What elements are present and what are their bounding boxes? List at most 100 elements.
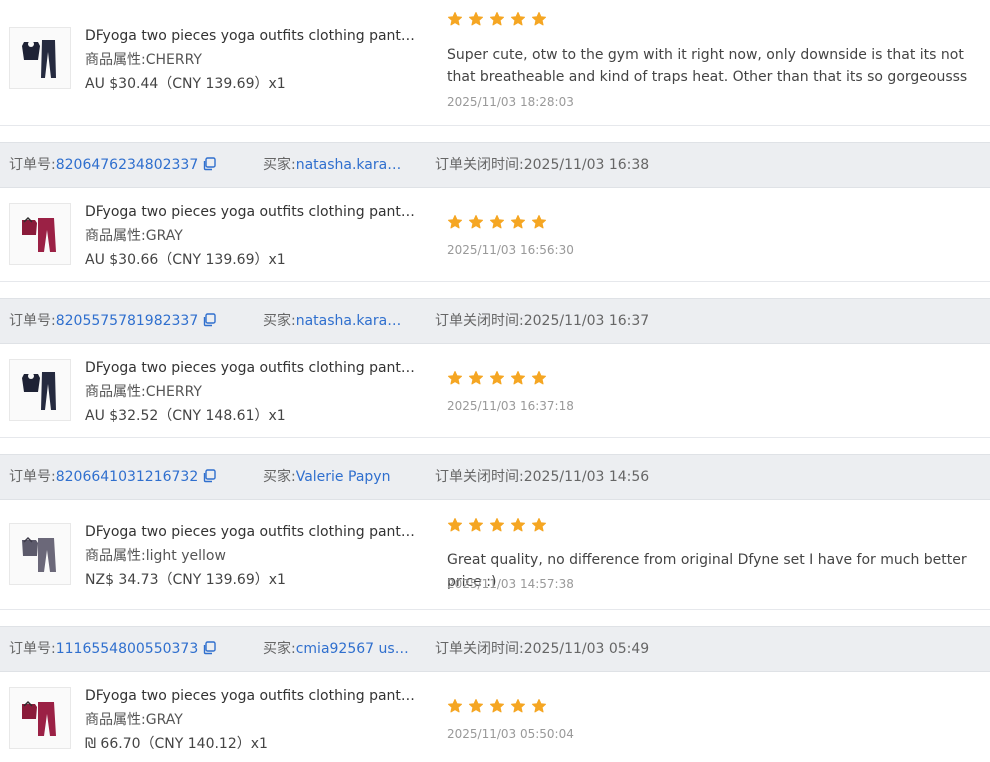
star-icon <box>447 698 463 713</box>
buyer-name-link[interactable]: Valerie Papyn <box>296 455 391 499</box>
product-title[interactable]: DFyoga two pieces yoga outfits clothing … <box>85 202 420 222</box>
product-attribute: 商品属性:CHERRY <box>85 50 420 70</box>
review-time: 2025/11/03 05:50:04 <box>447 727 574 741</box>
order-header-row: 订单号:8205575781982337 买家:natasha.karam0..… <box>0 298 990 344</box>
product-review-row: DFyoga two pieces yoga outfits clothing … <box>0 0 990 126</box>
copy-icon[interactable] <box>202 313 216 327</box>
buyer-name-link[interactable]: natasha.karam0... <box>296 299 414 343</box>
star-icon <box>510 517 526 532</box>
star-icon <box>468 698 484 713</box>
copy-icon[interactable] <box>202 157 216 171</box>
product-title[interactable]: DFyoga two pieces yoga outfits clothing … <box>85 522 420 542</box>
star-icon <box>531 11 547 26</box>
product-thumbnail[interactable] <box>9 687 71 749</box>
product-price: AU $32.52（CNY 148.61）x1 <box>85 408 286 424</box>
product-thumbnail[interactable] <box>9 359 71 421</box>
product-price: AU $30.44（CNY 139.69）x1 <box>85 76 286 92</box>
product-review-row: DFyoga two pieces yoga outfits clothing … <box>0 500 990 610</box>
product-attribute: 商品属性:GRAY <box>85 226 420 246</box>
star-rating <box>447 516 987 534</box>
buyer-name-link[interactable]: natasha.karam0... <box>296 143 414 187</box>
star-icon <box>447 370 463 385</box>
order-number-label: 订单号: <box>9 469 56 485</box>
review-text: Super cute, otw to the gym with it right… <box>447 47 968 85</box>
star-icon <box>489 11 505 26</box>
close-time-label: 订单关闭时间: <box>435 641 524 657</box>
review-list: DFyoga two pieces yoga outfits clothing … <box>0 0 990 762</box>
buyer-label: 买家: <box>263 641 296 657</box>
star-icon <box>489 370 505 385</box>
yoga-set-maroon-image <box>22 700 56 736</box>
star-icon <box>468 214 484 229</box>
attribute-label: 商品属性: <box>85 384 146 400</box>
attribute-label: 商品属性: <box>85 712 146 728</box>
product-review-row: DFyoga two pieces yoga outfits clothing … <box>0 672 990 762</box>
order-number-label: 订单号: <box>9 641 56 657</box>
product-price: AU $30.66（CNY 139.69）x1 <box>85 252 286 268</box>
buyer-label: 买家: <box>263 157 296 173</box>
yoga-set-slate-image <box>22 536 56 572</box>
review-time: 2025/11/03 18:28:03 <box>447 95 574 109</box>
attribute-label: 商品属性: <box>85 548 146 564</box>
order-number-link[interactable]: 8206641031216732 <box>56 469 199 485</box>
star-rating <box>447 369 987 387</box>
product-thumbnail[interactable] <box>9 203 71 265</box>
buyer-label: 买家: <box>263 469 296 485</box>
copy-icon[interactable] <box>202 641 216 655</box>
product-attribute: 商品属性:CHERRY <box>85 382 420 402</box>
attribute-label: 商品属性: <box>85 52 146 68</box>
product-title[interactable]: DFyoga two pieces yoga outfits clothing … <box>85 358 420 378</box>
review-time: 2025/11/03 16:56:30 <box>447 243 574 257</box>
star-icon <box>447 11 463 26</box>
product-thumbnail[interactable] <box>9 523 71 585</box>
star-icon <box>510 698 526 713</box>
buyer-label: 买家: <box>263 313 296 329</box>
product-title[interactable]: DFyoga two pieces yoga outfits clothing … <box>85 686 420 706</box>
star-icon <box>510 11 526 26</box>
review-time: 2025/11/03 14:57:38 <box>447 577 574 591</box>
attribute-value: CHERRY <box>145 52 202 68</box>
star-icon <box>510 214 526 229</box>
star-icon <box>489 214 505 229</box>
star-icon <box>489 517 505 532</box>
star-rating <box>447 213 987 231</box>
order-number-link[interactable]: 8206476234802337 <box>56 157 199 173</box>
product-price: ₪ 66.70（CNY 140.12）x1 <box>85 736 268 752</box>
order-number-label: 订单号: <box>9 157 56 173</box>
review-time: 2025/11/03 16:37:18 <box>447 399 574 413</box>
attribute-value: light yellow <box>145 548 226 564</box>
product-thumbnail[interactable] <box>9 27 71 89</box>
star-icon <box>531 214 547 229</box>
attribute-value: CHERRY <box>145 384 202 400</box>
close-time-label: 订单关闭时间: <box>435 313 524 329</box>
close-time-label: 订单关闭时间: <box>435 157 524 173</box>
copy-icon[interactable] <box>202 469 216 483</box>
close-time-label: 订单关闭时间: <box>435 469 524 485</box>
star-icon <box>468 11 484 26</box>
star-icon <box>468 517 484 532</box>
close-time-value: 2025/11/03 16:37 <box>523 313 650 329</box>
close-time-value: 2025/11/03 05:49 <box>523 641 650 657</box>
order-header-row: 订单号:8206641031216732 买家:Valerie Papyn 订单… <box>0 454 990 500</box>
star-icon <box>531 698 547 713</box>
product-title[interactable]: DFyoga two pieces yoga outfits clothing … <box>85 26 420 46</box>
review-text: Great quality, no difference from origin… <box>447 552 967 590</box>
star-icon <box>531 370 547 385</box>
order-number-link[interactable]: 8205575781982337 <box>56 313 199 329</box>
star-icon <box>510 370 526 385</box>
product-attribute: 商品属性:light yellow <box>85 546 420 566</box>
product-review-row: DFyoga two pieces yoga outfits clothing … <box>0 344 990 438</box>
attribute-value: GRAY <box>145 228 183 244</box>
buyer-name-link[interactable]: cmia92567 user... <box>296 627 414 671</box>
star-rating <box>447 697 987 715</box>
star-icon <box>447 214 463 229</box>
star-icon <box>447 517 463 532</box>
close-time-value: 2025/11/03 14:56 <box>523 469 650 485</box>
product-attribute: 商品属性:GRAY <box>85 710 420 730</box>
yoga-set-navy-image <box>22 40 56 78</box>
order-number-link[interactable]: 1116554800550373 <box>56 641 199 657</box>
yoga-set-maroon-image <box>22 216 56 252</box>
product-review-row: DFyoga two pieces yoga outfits clothing … <box>0 188 990 282</box>
attribute-label: 商品属性: <box>85 228 146 244</box>
order-number-label: 订单号: <box>9 313 56 329</box>
